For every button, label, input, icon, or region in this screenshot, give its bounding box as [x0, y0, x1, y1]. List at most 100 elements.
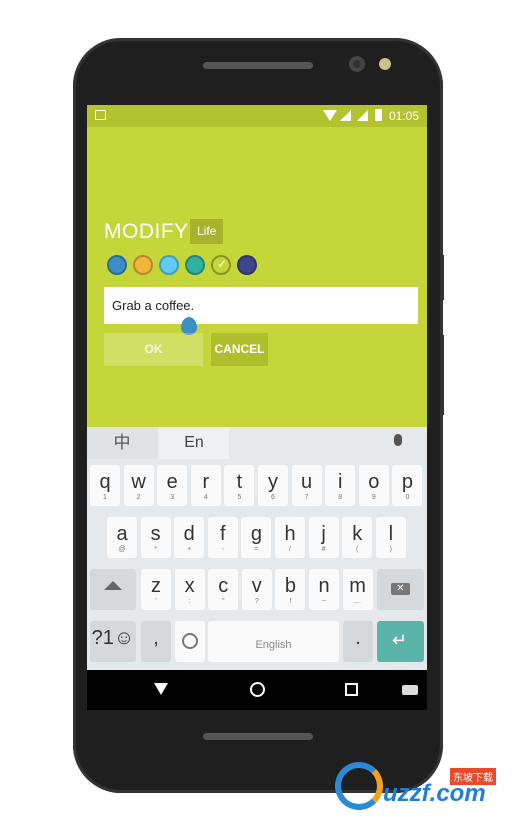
color-option[interactable] [159, 255, 179, 275]
key-w[interactable]: w2 [123, 465, 154, 506]
key-t[interactable]: t5 [224, 465, 255, 506]
image-notification-icon [95, 110, 106, 120]
wifi-icon [323, 110, 337, 121]
watermark-emblem [335, 762, 383, 810]
key-h[interactable]: h / [275, 517, 305, 558]
key-label: f [220, 523, 226, 545]
backspace-key[interactable]: ✕ [377, 569, 424, 610]
key-label: n [318, 575, 330, 597]
key-o[interactable]: o9 [358, 465, 389, 506]
key-a[interactable]: a @ [107, 517, 137, 558]
key-secondary-label: @ [118, 546, 126, 553]
key-q[interactable]: q1 [90, 465, 120, 506]
key-secondary-label: ~ [321, 598, 327, 605]
volume-button [440, 255, 444, 300]
color-option[interactable] [107, 255, 127, 275]
key-secondary-label: 4 [203, 494, 208, 501]
period-key[interactable]: . [343, 621, 373, 662]
backspace-icon: ✕ [391, 583, 410, 595]
key-secondary-label: 7 [304, 494, 309, 501]
key-e[interactable]: e3 [157, 465, 188, 506]
key-label: j [321, 523, 326, 545]
globe-icon [182, 633, 198, 649]
key-label: z [151, 575, 161, 597]
key-secondary-label: ' [155, 598, 157, 605]
key-secondary-label: " [221, 598, 225, 605]
color-option[interactable] [185, 255, 205, 275]
key-secondary-label: 3 [170, 494, 175, 501]
key-secondary-label: * [154, 546, 157, 553]
key-label: a [116, 523, 128, 545]
ok-button[interactable]: OK [104, 333, 203, 366]
key-v[interactable]: v? [241, 569, 272, 610]
key-secondary-label: ! [289, 598, 292, 605]
task-input[interactable]: Grab a coffee. [104, 287, 418, 324]
chinese-input-tab[interactable]: 中 [87, 427, 157, 459]
microphone-icon[interactable] [394, 434, 402, 446]
enter-key[interactable]: ↵ [377, 621, 424, 662]
key-m[interactable]: m… [342, 569, 373, 610]
key-secondary-label: / [289, 546, 291, 553]
key-i[interactable]: i8 [325, 465, 356, 506]
key-label: r [202, 471, 210, 493]
key-z[interactable]: z ' [141, 569, 171, 610]
key-u[interactable]: u7 [291, 465, 322, 506]
key-l[interactable]: l) [375, 517, 406, 558]
key-d[interactable]: d + [174, 517, 205, 558]
shift-key[interactable] [90, 569, 136, 610]
key-label: b [284, 575, 296, 597]
key-label: s [150, 523, 161, 545]
key-label: u [301, 471, 313, 493]
key-label: ?1☺ [91, 627, 135, 649]
key-secondary-label: 8 [338, 494, 343, 501]
enter-icon: ↵ [392, 630, 408, 650]
key-label: w [131, 471, 146, 493]
screen: 01:05 MODIFY Life ✓ Grab a coffee. OK CA… [87, 105, 427, 710]
navigation-bar [87, 670, 427, 710]
recents-icon[interactable] [345, 683, 358, 696]
key-label: v [251, 575, 262, 597]
key-secondary-label: 9 [371, 494, 376, 501]
key-x[interactable]: x: [174, 569, 205, 610]
symbols-key[interactable]: ?1☺ [90, 621, 136, 662]
clock: 01:05 [389, 109, 420, 123]
battery-icon [375, 109, 382, 121]
cancel-button[interactable]: CANCEL [211, 333, 268, 366]
home-icon[interactable] [250, 682, 265, 697]
key-label: p [401, 471, 413, 493]
key-n[interactable]: n ~ [309, 569, 339, 610]
key-secondary-label: - [221, 546, 224, 553]
comma-key[interactable]: , [141, 621, 171, 662]
back-icon[interactable] [154, 683, 168, 695]
language-key[interactable] [175, 621, 205, 662]
key-label: l [388, 523, 394, 545]
color-option[interactable] [133, 255, 153, 275]
category-tag[interactable]: Life [190, 219, 224, 244]
key-label: , [153, 627, 159, 649]
key-k[interactable]: k( [342, 517, 373, 558]
key-r[interactable]: r4 [190, 465, 221, 506]
key-secondary-label: … [354, 598, 362, 605]
color-option[interactable] [237, 255, 257, 275]
key-label: h [284, 523, 296, 545]
key-p[interactable]: p0 [392, 465, 423, 506]
key-j[interactable]: j # [308, 517, 339, 558]
color-option[interactable]: ✓ [211, 255, 231, 275]
key-b[interactable]: b! [275, 569, 306, 610]
key-s[interactable]: s * [140, 517, 171, 558]
watermark-site: uzzf.com [383, 780, 486, 807]
key-label: English [255, 639, 292, 651]
key-secondary-label: + [187, 546, 192, 553]
key-c[interactable]: c " [208, 569, 239, 610]
key-secondary-label: : [188, 598, 191, 605]
key-y[interactable]: y6 [258, 465, 288, 506]
space-key[interactable]: English [208, 621, 339, 662]
key-secondary-label: ) [389, 546, 392, 553]
english-input-tab[interactable]: En [159, 427, 229, 459]
key-label: i [337, 471, 343, 493]
keyboard-switch-icon[interactable] [402, 685, 418, 695]
key-g[interactable]: g = [241, 517, 272, 558]
key-f[interactable]: f- [207, 517, 238, 558]
key-secondary-label: = [254, 546, 259, 553]
key-label: g [250, 523, 262, 545]
